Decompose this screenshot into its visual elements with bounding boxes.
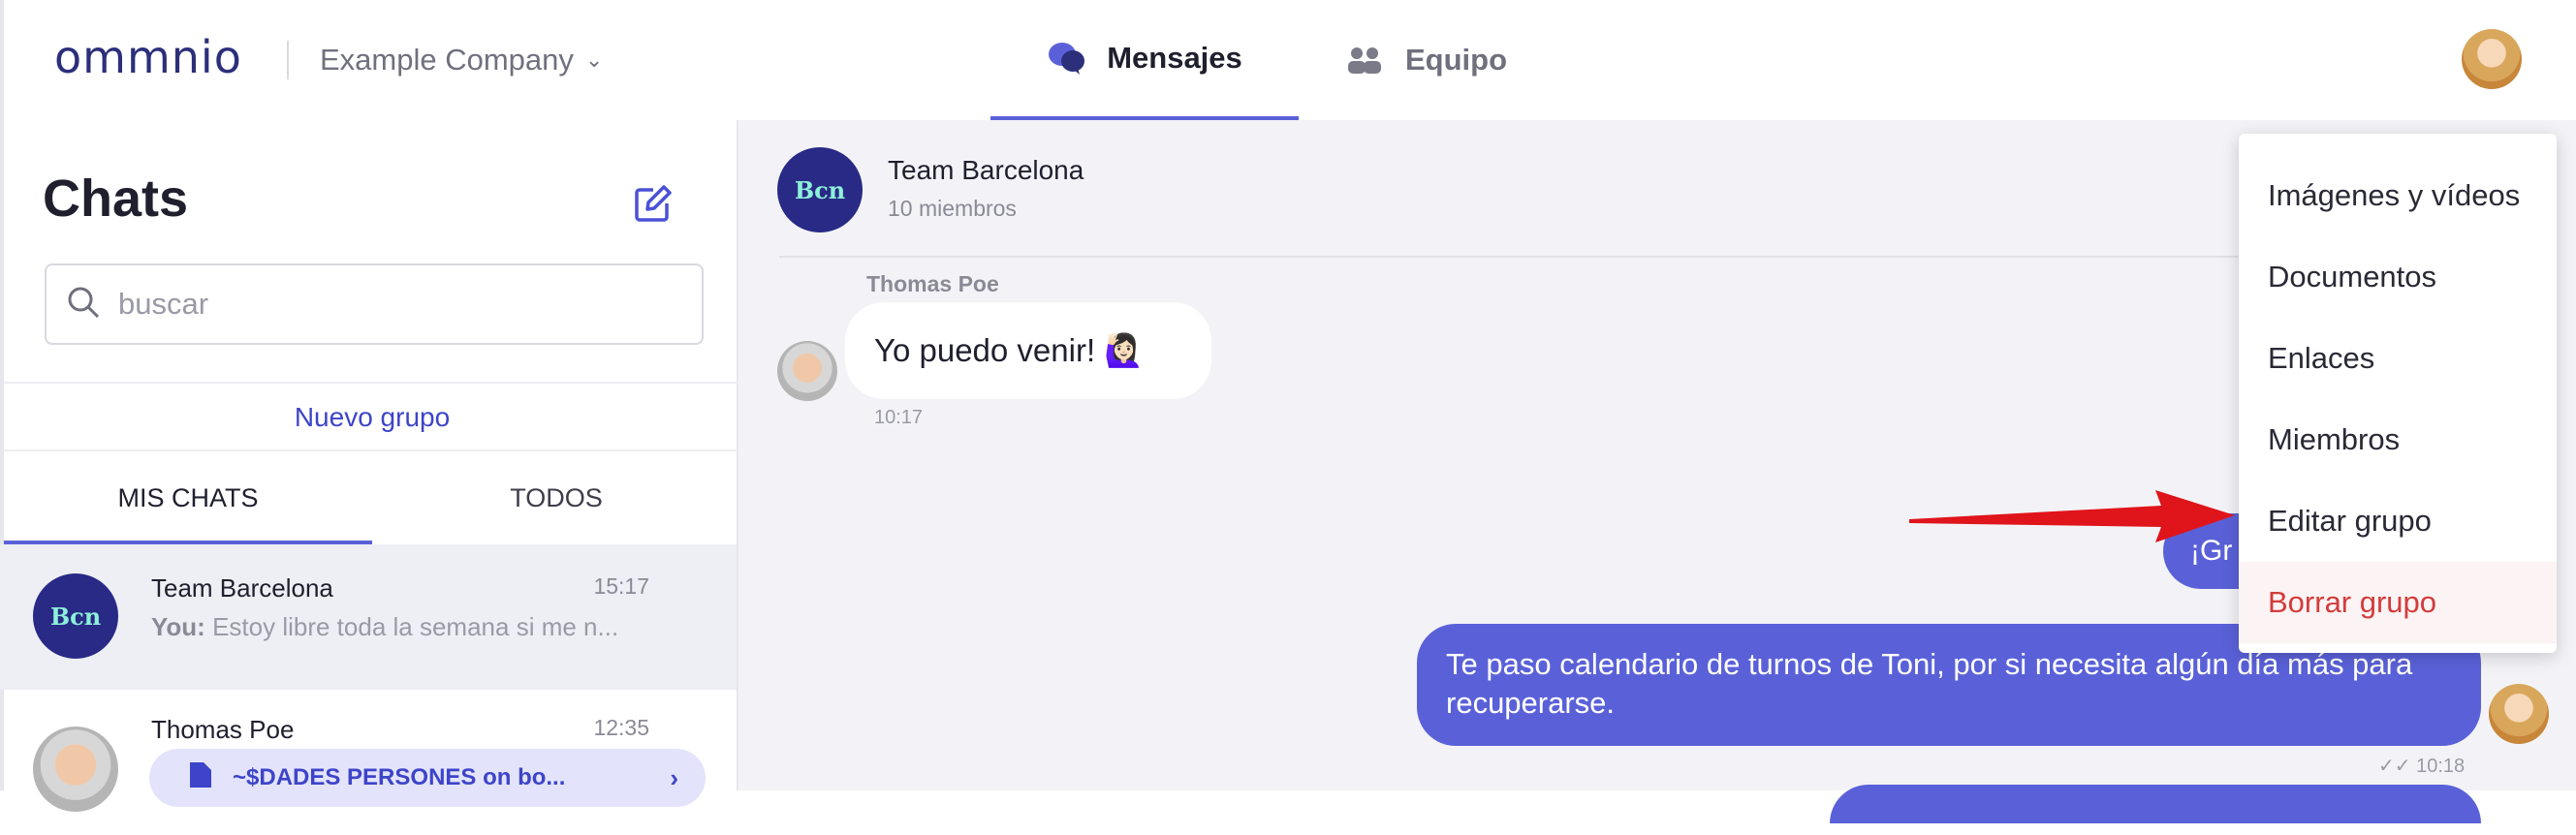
team-avatar: Bcn — [33, 573, 118, 659]
menu-item-members[interactable]: Miembros — [2239, 399, 2557, 480]
tab-messages-label: Mensajes — [1107, 41, 1242, 75]
compose-icon[interactable] — [632, 184, 676, 229]
incoming-message: Yo puedo venir! 🙋🏻‍♀️ — [845, 302, 1211, 399]
list-item[interactable]: Bcn Team Barcelona 15:17 You: Estoy libr… — [0, 544, 737, 690]
avatar — [777, 341, 837, 401]
tab-my-chats[interactable]: MIS CHATS — [4, 451, 372, 544]
top-bar: ommnio Example Company ⌄ Mensajes Equipo — [0, 0, 2576, 120]
preview-sender: You: — [151, 612, 205, 641]
message-status: ✓✓ 10:18 — [2378, 754, 2465, 778]
company-selector[interactable]: Example Company ⌄ — [320, 43, 603, 77]
chevron-right-icon: › — [670, 762, 678, 792]
message-sender: Thomas Poe — [866, 271, 999, 296]
tab-all-chats[interactable]: TODOS — [372, 451, 740, 544]
tab-messages[interactable]: Mensajes — [990, 0, 1299, 120]
attachment-name: ~$DADES PERSONES on bo... — [233, 764, 566, 790]
avatar — [33, 727, 118, 812]
chat-name: Team Barcelona — [151, 573, 333, 603]
page-title: Chats — [43, 170, 189, 228]
search-input[interactable] — [116, 286, 659, 323]
menu-item-documents[interactable]: Documentos — [2239, 236, 2557, 318]
outgoing-message — [1830, 785, 2481, 823]
chat-tabs: MIS CHATS TODOS — [4, 451, 740, 544]
member-count: 10 miembros — [888, 196, 1017, 221]
group-options-menu: Imágenes y vídeos Documentos Enlaces Mie… — [2239, 134, 2557, 653]
company-name: Example Company — [320, 43, 574, 77]
chat-name: Thomas Poe — [151, 715, 295, 744]
menu-item-media[interactable]: Imágenes y vídeos — [2239, 155, 2557, 236]
chevron-down-icon: ⌄ — [584, 47, 604, 72]
preview-text: Estoy libre toda la semana si me n... — [212, 612, 619, 641]
tab-team-label: Equipo — [1405, 43, 1508, 77]
chat-bubbles-icon — [1047, 41, 1085, 76]
user-avatar[interactable] — [2462, 29, 2522, 89]
annotation-arrow-icon — [1909, 473, 2239, 555]
menu-item-delete-group[interactable]: Borrar grupo — [2239, 562, 2557, 643]
menu-item-edit-group[interactable]: Editar grupo — [2239, 480, 2557, 562]
tab-team[interactable]: Equipo — [1345, 0, 1507, 120]
chat-preview: You: Estoy libre toda la semana si me n.… — [151, 612, 618, 642]
search-box — [45, 263, 704, 345]
attachment-preview[interactable]: ~$DADES PERSONES on bo... › — [149, 749, 706, 807]
app-logo[interactable]: ommnio — [54, 31, 242, 83]
group-name[interactable]: Team Barcelona — [888, 155, 1084, 186]
chat-time: 15:17 — [593, 573, 649, 599]
chat-time: 12:35 — [593, 715, 649, 740]
avatar — [2489, 684, 2549, 744]
search-icon — [66, 285, 101, 325]
logo-divider — [287, 41, 289, 79]
group-avatar[interactable]: Bcn — [777, 147, 863, 232]
menu-item-links[interactable]: Enlaces — [2239, 318, 2557, 399]
new-group-button[interactable]: Nuevo grupo — [4, 382, 740, 451]
double-check-icon: ✓✓ — [2378, 756, 2411, 777]
message-time: 10:18 — [2416, 756, 2466, 777]
message-time: 10:17 — [874, 407, 924, 428]
team-icon — [1345, 45, 1384, 76]
